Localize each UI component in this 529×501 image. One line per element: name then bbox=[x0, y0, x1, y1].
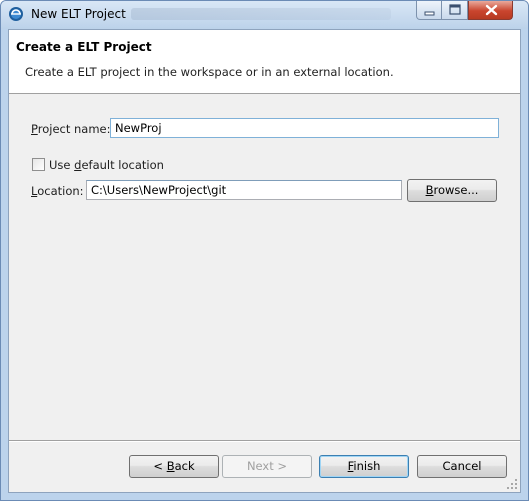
maximize-button[interactable] bbox=[442, 1, 468, 20]
maximize-icon bbox=[449, 4, 461, 15]
back-label: ack bbox=[174, 459, 195, 473]
finish-button[interactable]: Finish bbox=[319, 455, 409, 478]
title-bar-path-blur bbox=[131, 8, 391, 20]
minimize-icon bbox=[424, 11, 435, 16]
browse-label: rowse... bbox=[433, 183, 479, 197]
close-button[interactable] bbox=[468, 1, 513, 20]
wizard-description: Create a ELT project in the workspace or… bbox=[25, 65, 394, 79]
minimize-button[interactable] bbox=[416, 1, 442, 20]
next-button[interactable]: Next > bbox=[222, 455, 312, 478]
use-default-label-prefix: Use bbox=[49, 158, 75, 172]
wizard-header: Create a ELT Project Create a ELT projec… bbox=[9, 30, 520, 94]
use-default-location-checkbox[interactable] bbox=[32, 158, 45, 171]
browse-button[interactable]: Browse... bbox=[407, 179, 497, 202]
project-name-label-text: roject name: bbox=[37, 122, 111, 136]
window-title: New ELT Project bbox=[31, 7, 126, 21]
eclipse-app-icon bbox=[9, 7, 23, 21]
wizard-title: Create a ELT Project bbox=[16, 40, 152, 54]
cancel-button[interactable]: Cancel bbox=[417, 455, 507, 478]
location-input[interactable]: C:\Users\NewProject\git bbox=[86, 180, 402, 200]
dialog-content: Create a ELT Project Create a ELT projec… bbox=[8, 29, 521, 493]
back-button[interactable]: < Back bbox=[129, 455, 219, 478]
close-icon bbox=[485, 4, 498, 16]
finish-label: inish bbox=[353, 459, 381, 473]
back-mnemonic: B bbox=[166, 459, 175, 473]
use-default-location-label[interactable]: Use default location bbox=[49, 158, 164, 172]
location-label-text: ocation: bbox=[37, 184, 84, 198]
project-name-label: Project name: bbox=[31, 122, 111, 136]
resize-grip-icon[interactable] bbox=[507, 479, 518, 490]
use-default-label-text: efault location bbox=[81, 158, 164, 172]
footer-separator bbox=[9, 440, 520, 442]
title-bar[interactable]: New ELT Project bbox=[1, 1, 528, 29]
dialog-window: New ELT Project Create a ELT Project Cre… bbox=[0, 0, 529, 501]
back-prefix: < bbox=[153, 459, 167, 473]
location-label: Location: bbox=[31, 184, 84, 198]
project-name-mnemonic: P bbox=[31, 122, 38, 136]
project-name-input[interactable]: NewProj bbox=[110, 118, 499, 138]
